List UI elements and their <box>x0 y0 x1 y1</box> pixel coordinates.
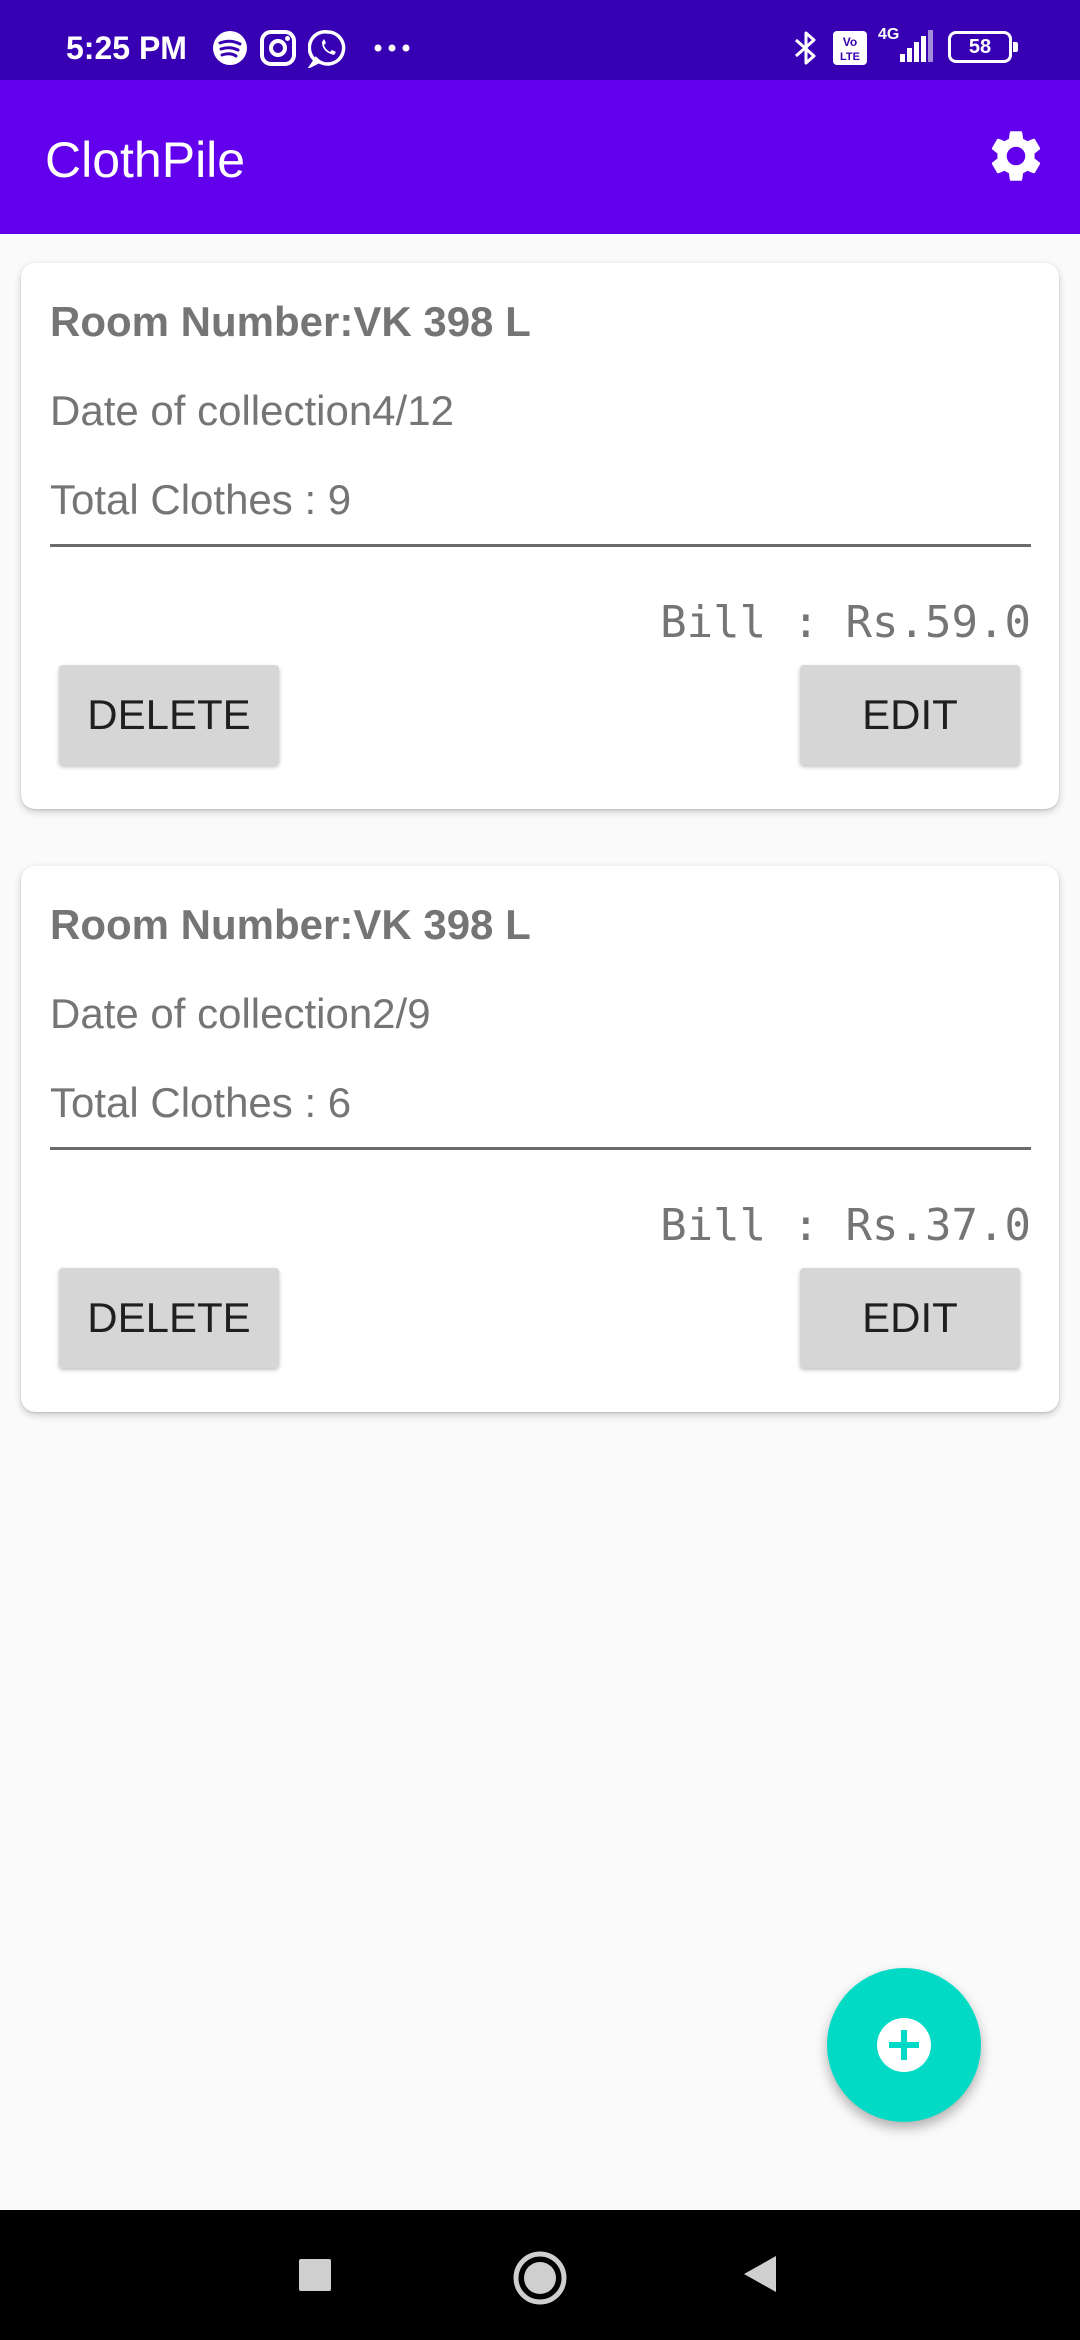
bill-amount: Bill : Rs.37.0 <box>660 1200 1031 1251</box>
whatsapp-icon <box>308 30 346 68</box>
room-number: Room Number:VK 398 L <box>50 901 531 948</box>
collection-date: Date of collection2/9 <box>50 990 431 1037</box>
home-icon[interactable] <box>512 2250 568 2306</box>
settings-button[interactable] <box>985 125 1047 187</box>
edit-button[interactable]: EDIT <box>800 1268 1020 1368</box>
svg-text:LTE: LTE <box>840 51 860 63</box>
spotify-icon <box>213 31 247 65</box>
instagram-icon <box>260 30 296 66</box>
app-title: ClothPile <box>45 132 246 188</box>
status-bar: 5:25 PM Vo LTE 4G 58 <box>0 0 1080 80</box>
record-card: Room Number:VK 398 L Date of collection4… <box>21 263 1059 809</box>
battery-icon: 58 <box>948 31 1018 63</box>
divider <box>50 1147 1031 1150</box>
total-clothes: Total Clothes : 9 <box>50 476 352 523</box>
recents-icon[interactable] <box>298 2258 332 2292</box>
add-record-fab[interactable] <box>827 1968 981 2122</box>
more-icon <box>374 44 410 52</box>
app-bar: ClothPile <box>0 80 1080 234</box>
delete-button[interactable]: DELETE <box>59 665 279 765</box>
delete-button[interactable]: DELETE <box>59 1268 279 1368</box>
bluetooth-icon <box>795 31 816 65</box>
bill-amount: Bill : Rs.59.0 <box>660 597 1031 648</box>
volte-icon: Vo LTE <box>833 31 867 65</box>
room-number: Room Number:VK 398 L <box>50 298 531 345</box>
edit-button[interactable]: EDIT <box>800 665 1020 765</box>
back-icon[interactable] <box>742 2254 778 2294</box>
add-circle-icon <box>877 2018 931 2072</box>
collection-date: Date of collection4/12 <box>50 387 454 434</box>
status-time: 5:25 PM <box>66 30 187 66</box>
divider <box>50 544 1031 547</box>
signal-icon <box>900 30 933 62</box>
svg-text:Vo: Vo <box>843 35 857 49</box>
navigation-bar <box>0 2210 1080 2340</box>
record-card: Room Number:VK 398 L Date of collection2… <box>21 866 1059 1412</box>
battery-level: 58 <box>968 36 992 58</box>
total-clothes: Total Clothes : 6 <box>50 1079 352 1126</box>
